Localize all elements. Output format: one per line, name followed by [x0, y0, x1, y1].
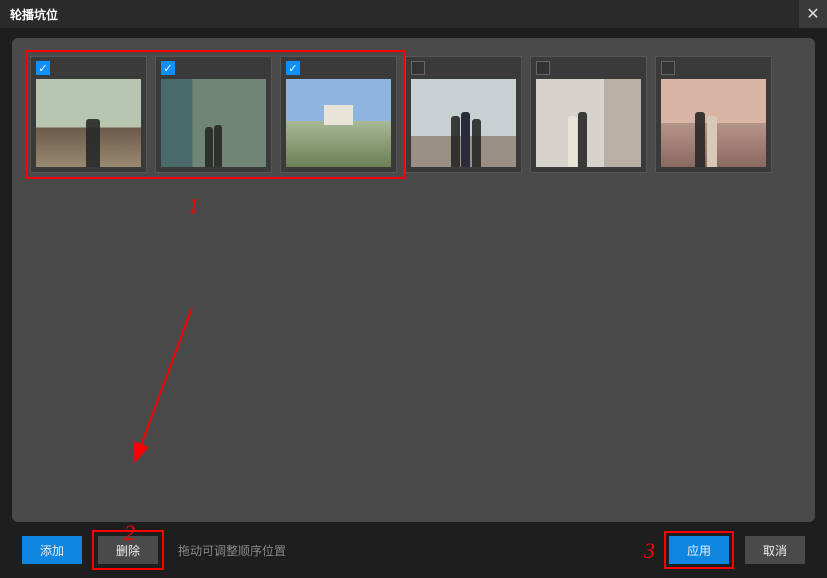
- thumb-checkbox[interactable]: ✓: [36, 61, 50, 75]
- thumb-checkbox[interactable]: [411, 61, 425, 75]
- delete-button[interactable]: 删除: [98, 536, 158, 564]
- thumb-image: [536, 79, 641, 167]
- titlebar: 轮播坑位 ✕: [0, 0, 827, 28]
- apply-button[interactable]: 应用: [669, 536, 729, 564]
- footer-bar: 添加 删除 拖动可调整顺序位置 应用 取消: [0, 522, 827, 578]
- thumb-image: [161, 79, 266, 167]
- thumb-checkbox[interactable]: [661, 61, 675, 75]
- thumb-check-area: ✓: [31, 57, 146, 79]
- thumb-check-area: ✓: [156, 57, 271, 79]
- close-button[interactable]: ✕: [799, 0, 827, 28]
- thumb-checkbox[interactable]: ✓: [286, 61, 300, 75]
- thumb-image: [286, 79, 391, 167]
- thumbnail-item[interactable]: [405, 56, 522, 173]
- thumb-check-area: [656, 57, 771, 79]
- annotation-marker-1: 1: [188, 193, 199, 219]
- annotation-arrow: [122, 288, 212, 468]
- footer-hint: 拖动可调整顺序位置: [178, 542, 286, 559]
- thumb-check-area: ✓: [281, 57, 396, 79]
- thumbnail-item[interactable]: ✓: [30, 56, 147, 173]
- thumbnail-item[interactable]: ✓: [280, 56, 397, 173]
- add-button[interactable]: 添加: [22, 536, 82, 564]
- thumbnail-item[interactable]: [530, 56, 647, 173]
- window-title: 轮播坑位: [10, 6, 58, 23]
- content-panel: ✓ ✓ ✓: [12, 38, 815, 522]
- thumb-checkbox[interactable]: [536, 61, 550, 75]
- thumb-checkbox[interactable]: ✓: [161, 61, 175, 75]
- thumb-image: [411, 79, 516, 167]
- thumb-image: [36, 79, 141, 167]
- thumb-image: [661, 79, 766, 167]
- thumb-check-area: [531, 57, 646, 79]
- thumbnail-item[interactable]: [655, 56, 772, 173]
- thumbnail-row: ✓ ✓ ✓: [30, 56, 797, 173]
- thumb-check-area: [406, 57, 521, 79]
- close-icon: ✕: [806, 4, 819, 24]
- thumbnail-item[interactable]: ✓: [155, 56, 272, 173]
- cancel-button[interactable]: 取消: [745, 536, 805, 564]
